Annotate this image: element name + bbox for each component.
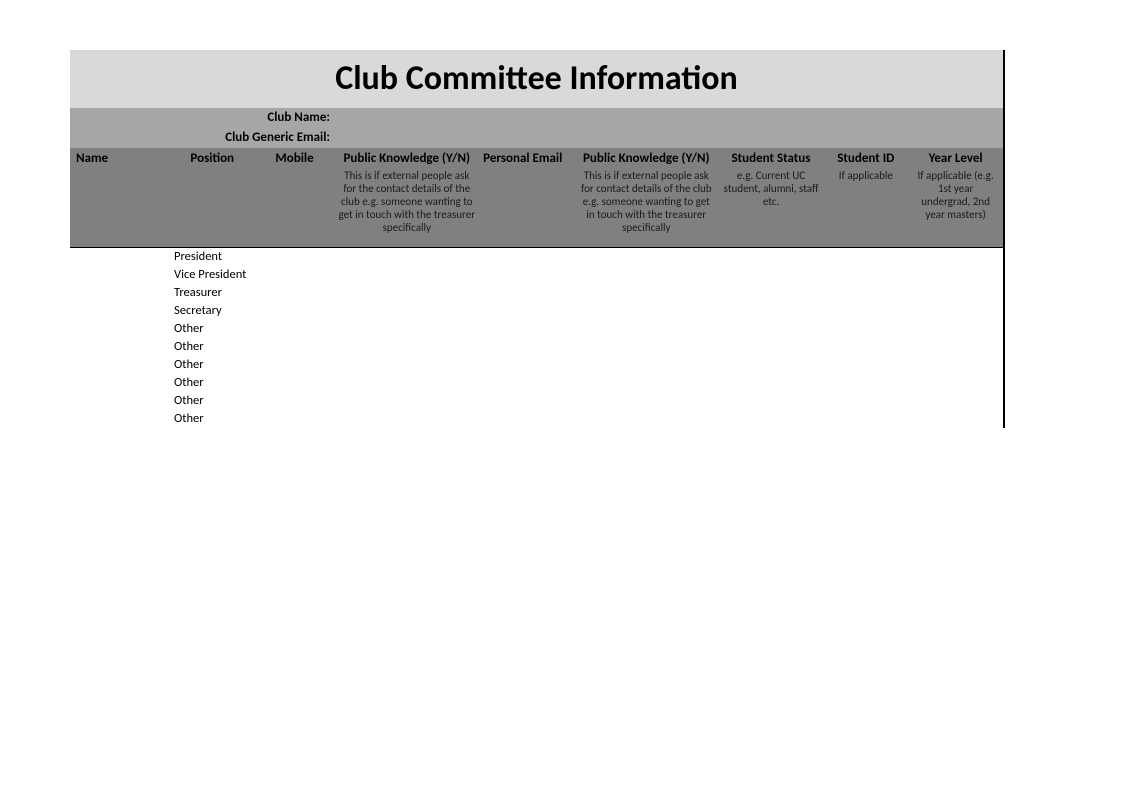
col-student-status: Student Status e.g. Current UC student, … <box>719 148 824 247</box>
col-mobile-head: Mobile <box>259 151 331 167</box>
col-mobile: Mobile <box>255 148 335 247</box>
col-name-head: Name <box>76 151 166 167</box>
col-pk1-head: Public Knowledge (Y/N) <box>338 151 475 167</box>
cell-position: Secretary <box>170 302 255 320</box>
spreadsheet-area: Club Committee Information Club Name: Cl… <box>70 50 1005 428</box>
table-row[interactable]: Other <box>70 392 1003 410</box>
col-year-head: Year Level <box>912 151 999 167</box>
cell-position: Other <box>170 374 255 392</box>
col-year-level: Year Level If applicable (e.g. 1st year … <box>908 148 1003 247</box>
cell-position: Other <box>170 410 255 428</box>
col-status-desc: e.g. Current UC student, alumni, staff e… <box>723 169 820 208</box>
column-header-row: Name Position Mobile Public Knowledge (Y… <box>70 148 1005 248</box>
table-row[interactable]: Other <box>70 374 1003 392</box>
col-position: Position <box>170 148 255 247</box>
title-band: Club Committee Information <box>70 50 1005 108</box>
col-email-head: Personal Email <box>483 151 570 167</box>
table-row[interactable]: Vice President <box>70 266 1003 284</box>
cell-position: Other <box>170 392 255 410</box>
table-row[interactable]: Other <box>70 338 1003 356</box>
col-pk2-head: Public Knowledge (Y/N) <box>578 151 715 167</box>
table-row[interactable]: Treasurer <box>70 284 1003 302</box>
meta-band: Club Name: Club Generic Email: <box>70 108 1005 148</box>
table-row[interactable]: President <box>70 248 1003 266</box>
table-row[interactable]: Other <box>70 320 1003 338</box>
col-public-knowledge-1: Public Knowledge (Y/N) This is if extern… <box>334 148 479 247</box>
cell-position: President <box>170 248 255 266</box>
club-email-label: Club Generic Email: <box>70 128 334 148</box>
col-position-head: Position <box>174 151 251 167</box>
col-public-knowledge-2: Public Knowledge (Y/N) This is if extern… <box>574 148 719 247</box>
cell-position: Vice President <box>170 266 255 284</box>
col-id-desc: If applicable <box>827 169 904 182</box>
col-pk2-desc: This is if external people ask for conta… <box>578 169 715 234</box>
table-row[interactable]: Other <box>70 356 1003 374</box>
cell-position: Other <box>170 320 255 338</box>
col-name: Name <box>70 148 170 247</box>
table-row[interactable]: Secretary <box>70 302 1003 320</box>
col-personal-email: Personal Email <box>479 148 574 247</box>
cell-position: Treasurer <box>170 284 255 302</box>
table-row[interactable]: Other <box>70 410 1003 428</box>
col-year-desc: If applicable (e.g. 1st year undergrad, … <box>912 169 999 221</box>
page-title: Club Committee Information <box>335 58 738 99</box>
club-name-label: Club Name: <box>70 108 334 128</box>
data-area: President Vice President Treasurer Secre… <box>70 248 1005 428</box>
col-status-head: Student Status <box>723 151 820 167</box>
col-pk1-desc: This is if external people ask for the c… <box>338 169 475 234</box>
col-id-head: Student ID <box>827 151 904 167</box>
col-student-id: Student ID If applicable <box>823 148 908 247</box>
cell-position: Other <box>170 356 255 374</box>
cell-position: Other <box>170 338 255 356</box>
